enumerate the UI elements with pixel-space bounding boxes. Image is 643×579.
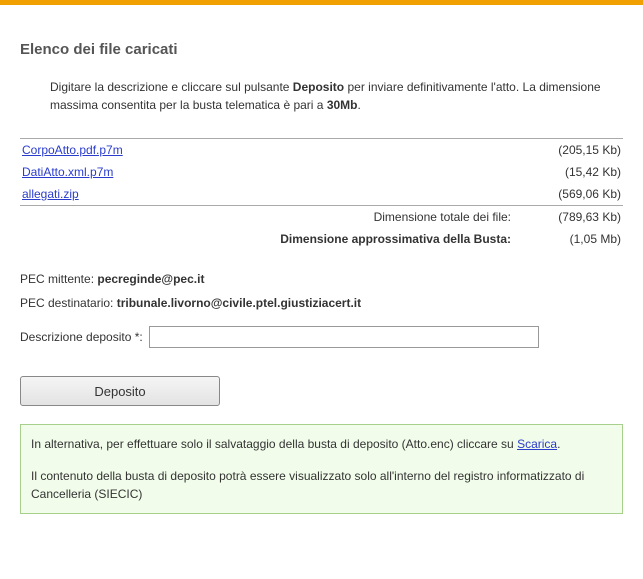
file-link[interactable]: CorpoAtto.pdf.p7m xyxy=(22,143,123,157)
alternative-box: In alternativa, per effettuare solo il s… xyxy=(20,424,623,514)
file-row: DatiAtto.xml.p7m (15,42 Kb) xyxy=(20,161,623,183)
total-files-value: (789,63 Kb) xyxy=(513,206,623,228)
altbox-p1: In alternativa, per effettuare solo il s… xyxy=(31,435,612,453)
pec-recipient-label: PEC destinatario: xyxy=(20,296,117,310)
pec-sender-row: PEC mittente: pecreginde@pec.it xyxy=(20,272,623,286)
pec-sender-label: PEC mittente: xyxy=(20,272,97,286)
page-container: Elenco dei file caricati Digitare la des… xyxy=(0,5,643,534)
pec-recipient-value: tribunale.livorno@civile.ptel.giustiziac… xyxy=(117,296,361,310)
intro-bold-deposito: Deposito xyxy=(293,80,344,94)
description-row: Descrizione deposito *: xyxy=(20,326,623,348)
file-list: CorpoAtto.pdf.p7m (205,15 Kb) DatiAtto.x… xyxy=(20,138,623,206)
intro-text: Digitare la descrizione e cliccare sul p… xyxy=(50,78,623,114)
description-input[interactable] xyxy=(149,326,539,348)
file-link[interactable]: DatiAtto.xml.p7m xyxy=(22,165,113,179)
description-label: Descrizione deposito *: xyxy=(20,330,143,344)
file-row: CorpoAtto.pdf.p7m (205,15 Kb) xyxy=(20,139,623,162)
file-size: (15,42 Kb) xyxy=(388,161,623,183)
totals-table: Dimensione totale dei file: (789,63 Kb) … xyxy=(20,206,623,250)
intro-bold-size: 30Mb xyxy=(327,98,358,112)
scarica-link[interactable]: Scarica xyxy=(517,437,557,451)
altbox-p2: Il contenuto della busta di deposito pot… xyxy=(31,467,612,503)
file-size: (205,15 Kb) xyxy=(388,139,623,162)
total-files-label: Dimensione totale dei file: xyxy=(20,206,513,228)
pec-sender-value: pecreginde@pec.it xyxy=(97,272,204,286)
total-envelope-label: Dimensione approssimativa della Busta: xyxy=(20,228,513,250)
file-row: allegati.zip (569,06 Kb) xyxy=(20,183,623,206)
page-title: Elenco dei file caricati xyxy=(20,41,623,58)
file-link[interactable]: allegati.zip xyxy=(22,187,79,201)
altbox-text: In alternativa, per effettuare solo il s… xyxy=(31,437,517,451)
total-envelope-value: (1,05 Mb) xyxy=(513,228,623,250)
deposito-button[interactable]: Deposito xyxy=(20,376,220,406)
intro-fragment: Digitare la descrizione e cliccare sul p… xyxy=(50,80,293,94)
file-size: (569,06 Kb) xyxy=(388,183,623,206)
pec-recipient-row: PEC destinatario: tribunale.livorno@civi… xyxy=(20,296,623,310)
altbox-text: . xyxy=(557,437,560,451)
intro-fragment: . xyxy=(358,98,361,112)
